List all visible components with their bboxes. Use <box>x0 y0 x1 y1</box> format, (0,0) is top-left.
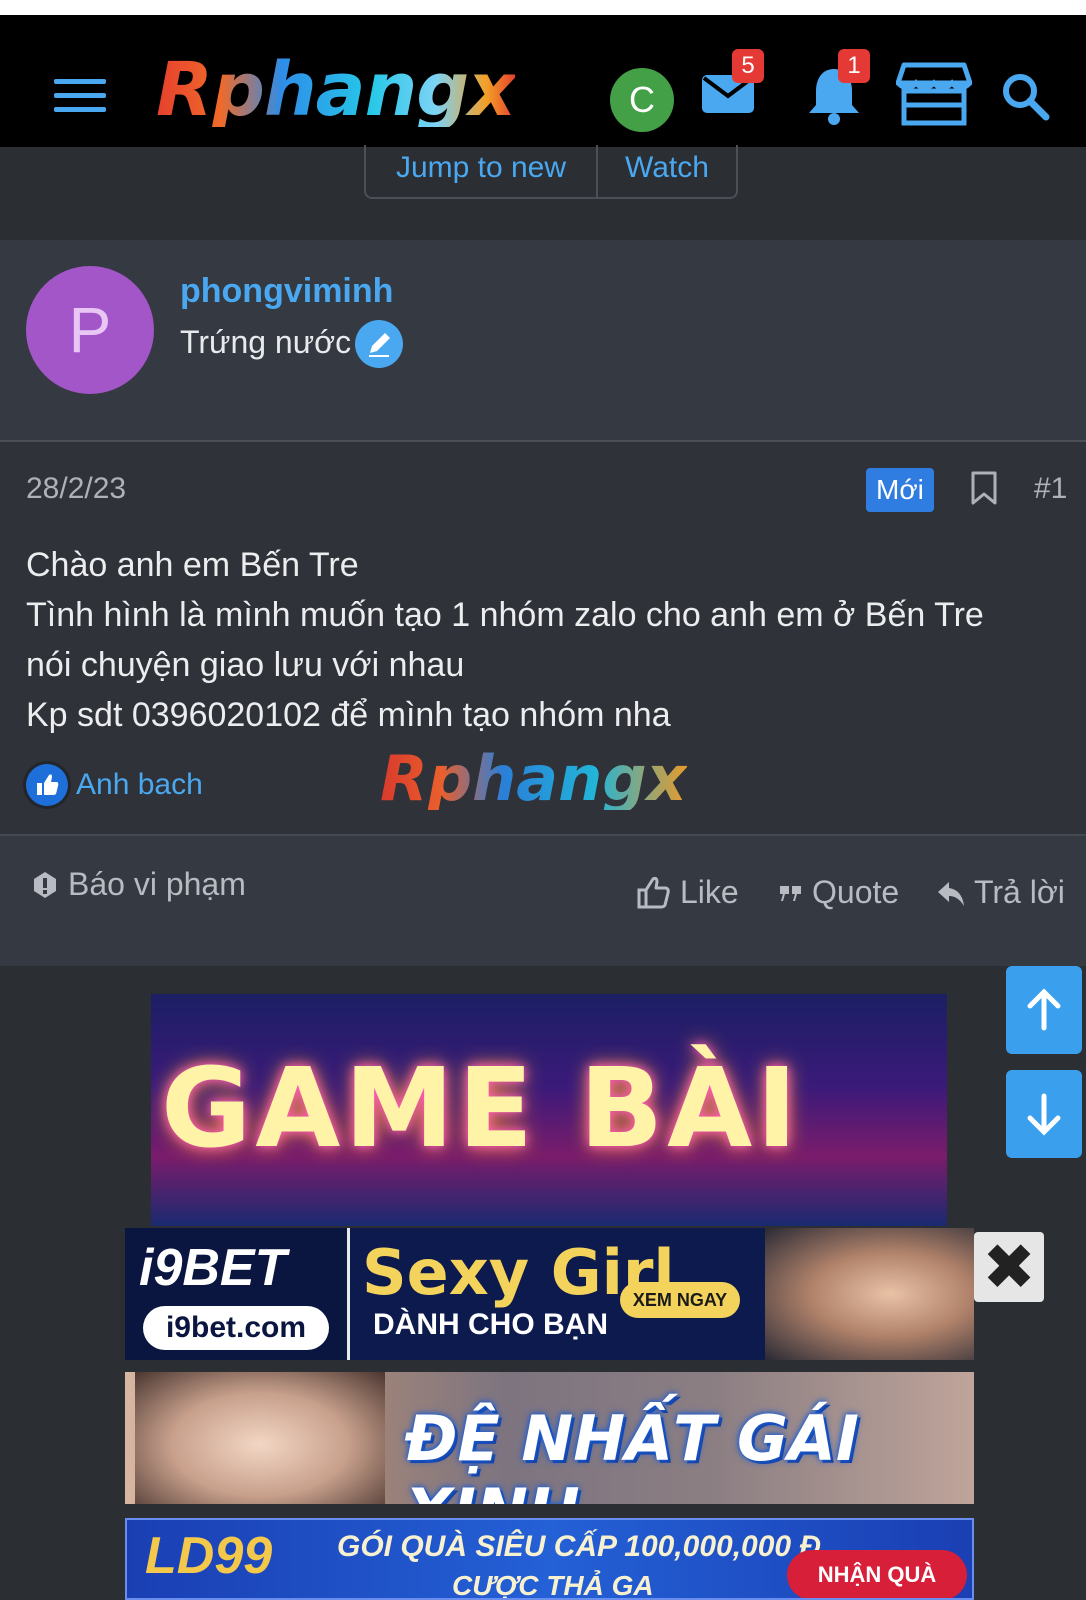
de-nhat-ad-text: ĐỆ NHẤT GÁI XINH... <box>405 1402 859 1504</box>
post-actions-bar: Báo vi phạm Like Quote Trả lời <box>0 836 1086 966</box>
arrow-up-icon <box>1027 988 1061 1031</box>
warning-icon <box>34 871 56 898</box>
post-line: nói chuyện giao lưu với nhau <box>26 646 465 684</box>
reply-button[interactable]: Trả lời <box>936 874 1065 911</box>
scroll-bottom-button[interactable] <box>1006 1070 1082 1158</box>
alert-count-badge: 1 <box>838 49 870 83</box>
post-date[interactable]: 28/2/23 <box>26 472 126 506</box>
jump-to-new-button[interactable]: Jump to new <box>366 145 598 197</box>
i9bet-ad-banner[interactable]: i9BET i9bet.com Sexy Girl DÀNH CHO BẠN X… <box>125 1228 974 1360</box>
like-label: Like <box>680 874 739 910</box>
post-author-block: P phongviminh Trứng nước <box>0 240 1086 442</box>
post: 28/2/23 Mới #1 Chào anh em Bến Tre Tình … <box>0 442 1086 836</box>
like-button[interactable]: Like <box>636 874 739 911</box>
reply-icon <box>938 881 964 906</box>
menu-icon[interactable] <box>54 79 106 113</box>
post-number[interactable]: #1 <box>1034 472 1067 506</box>
i9bet-cta[interactable]: XEM NGAY <box>620 1282 740 1318</box>
ad-photo <box>765 1228 974 1360</box>
thread-subnav: Jump to new Watch <box>364 145 738 199</box>
ld99-ad-banner[interactable]: LD99 GÓI QUÀ SIÊU CẤP 100,000,000 Đ CƯỢC… <box>125 1518 974 1600</box>
new-badge: Mới <box>866 468 934 512</box>
de-nhat-ad-banner[interactable]: ĐỆ NHẤT GÁI XINH... <box>125 1372 974 1504</box>
bookmark-icon[interactable] <box>970 470 998 506</box>
quote-label: Quote <box>812 874 900 910</box>
author-title: Trứng nước <box>180 324 352 360</box>
ad-photo <box>135 1372 385 1504</box>
search-button[interactable] <box>1000 71 1050 126</box>
top-navigation-bar: Rphangx C 5 1 <box>0 15 1086 147</box>
i9bet-url: i9bet.com <box>143 1306 329 1350</box>
game-bai-ad-text: GAME BÀI <box>161 1044 802 1172</box>
ld99-logo: LD99 <box>145 1527 273 1585</box>
search-icon <box>1003 74 1050 121</box>
post-line: Tình hình là mình muốn tạo 1 nhóm zalo c… <box>26 596 984 634</box>
author-username[interactable]: phongviminh <box>180 272 393 311</box>
i9bet-brand: i9BET <box>139 1239 287 1297</box>
report-label: Báo vi phạm <box>68 866 246 902</box>
reaction-user[interactable]: Anh bach <box>76 768 203 802</box>
watch-button[interactable]: Watch <box>598 145 736 197</box>
verified-editor-icon <box>355 320 403 368</box>
thumbs-up-icon <box>637 876 670 908</box>
post-line: Kp sdt 0396020102 để mình tạo nhóm nha <box>26 696 671 734</box>
ld99-headline: GÓI QUÀ SIÊU CẤP 100,000,000 Đ <box>337 1530 822 1563</box>
store-button[interactable] <box>895 61 973 132</box>
ld99-subline: CƯỢC THẢ GA <box>452 1570 654 1600</box>
i9bet-logo-panel: i9BET i9bet.com <box>125 1228 350 1360</box>
game-bai-ad-banner[interactable]: GAME BÀI <box>151 994 947 1226</box>
store-icon <box>895 62 973 126</box>
reaction-summary[interactable]: Anh bach <box>26 764 203 806</box>
i9bet-subline: DÀNH CHO BẠN <box>373 1308 608 1341</box>
watermark-logo: Rphangx <box>380 742 687 815</box>
alerts-button[interactable]: 1 <box>804 49 870 132</box>
status-bar <box>0 0 1086 15</box>
report-button[interactable]: Báo vi phạm <box>30 866 246 903</box>
thumbs-up-reaction-icon <box>26 764 68 806</box>
quote-button[interactable]: Quote <box>778 874 899 911</box>
quote-icon <box>780 885 801 901</box>
arrow-down-icon <box>1027 1093 1061 1136</box>
mail-count-badge: 5 <box>732 49 764 83</box>
author-avatar[interactable]: P <box>26 266 154 394</box>
close-ad-button[interactable]: ✖ <box>974 1232 1044 1302</box>
site-logo[interactable]: Rphangx <box>156 53 516 127</box>
post-line: Chào anh em Bến Tre <box>26 546 359 584</box>
inbox-button[interactable]: 5 <box>698 49 764 128</box>
post-body: Chào anh em Bến Tre Tình hình là mình mu… <box>26 540 1076 740</box>
scroll-top-button[interactable] <box>1006 966 1082 1054</box>
account-avatar[interactable]: C <box>610 68 674 132</box>
reply-label: Trả lời <box>974 874 1065 910</box>
ld99-cta[interactable]: NHẬN QUÀ NGAY <box>787 1550 967 1598</box>
